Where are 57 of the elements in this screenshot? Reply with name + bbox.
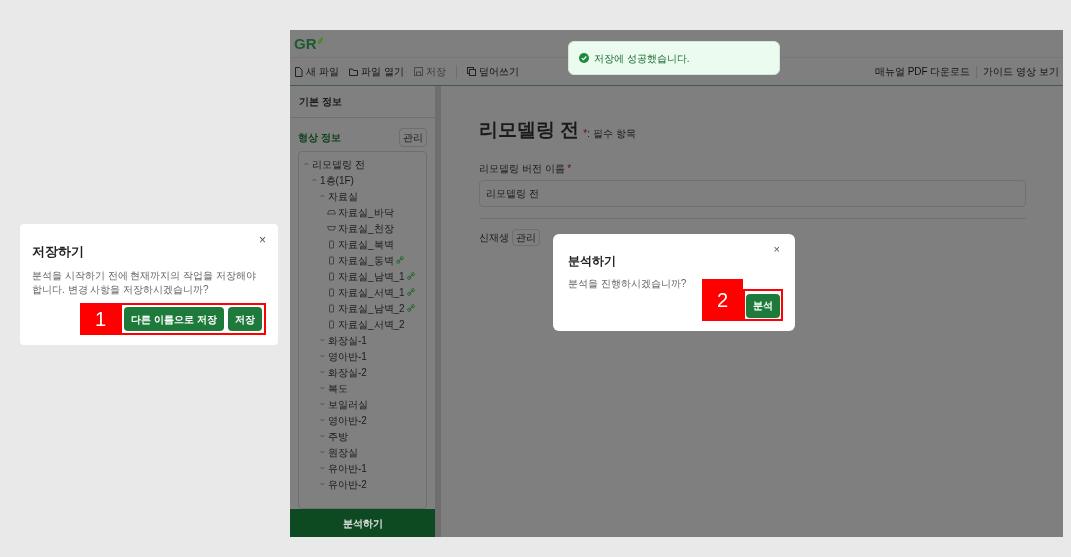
field-label: 리모델링 버전 이름 * bbox=[479, 162, 573, 176]
check-circle-icon bbox=[579, 53, 589, 63]
section-title: 형상 정보 bbox=[298, 131, 341, 145]
save-icon bbox=[413, 66, 423, 77]
tree-item[interactable]: 리모델링 전 bbox=[303, 156, 426, 172]
file-icon bbox=[294, 66, 303, 77]
tree-item[interactable]: 영아반-2 bbox=[303, 412, 426, 428]
tree-item[interactable]: 원장실 bbox=[303, 444, 426, 460]
manage-button[interactable]: 관리 bbox=[399, 128, 427, 147]
tree-item[interactable]: 유아반-1 bbox=[303, 460, 426, 476]
tree-item[interactable]: 자료실_동벽 bbox=[303, 252, 426, 268]
toolbar-button[interactable]: 새 파일 bbox=[294, 64, 339, 79]
version-name-field[interactable]: 리모델링 전 bbox=[479, 180, 1026, 207]
tree-item[interactable]: 영아반-1 bbox=[303, 348, 426, 364]
callout-number: 2 bbox=[702, 279, 743, 321]
tree-item[interactable]: 화장실-1 bbox=[303, 332, 426, 348]
copy-icon bbox=[466, 66, 476, 77]
dialog-message: 분석을 시작하기 전에 현재까지의 작업을 저장해야 합니다. 변경 사항을 저장하시겠습니까? bbox=[32, 269, 257, 298]
tree-item[interactable]: 자료실_북벽 bbox=[303, 236, 426, 252]
tree-item[interactable]: 자료실_남벽_2 bbox=[303, 300, 426, 316]
analyze-button[interactable]: 분석하기 bbox=[290, 509, 435, 537]
tree-item[interactable]: 자료실_서벽_1 bbox=[303, 284, 426, 300]
toolbar-button[interactable]: 덮어쓰기 bbox=[466, 64, 519, 79]
tree-item[interactable]: 자료실_천장 bbox=[303, 220, 426, 236]
required-note: *: 필수 항목 bbox=[583, 129, 636, 139]
tree-item[interactable]: 주방 bbox=[303, 428, 426, 444]
tree-item[interactable]: 복도 bbox=[303, 380, 426, 396]
save-button[interactable]: 저장 bbox=[228, 307, 262, 332]
floor-icon bbox=[327, 207, 336, 217]
save-as-button[interactable]: 다른 이름으로 저장 bbox=[124, 307, 224, 332]
tree-item[interactable]: 유아반-2 bbox=[303, 476, 426, 492]
dialog-title: 분석하기 bbox=[568, 253, 616, 270]
tree-item[interactable]: 보일러실 bbox=[303, 396, 426, 412]
tree-item[interactable]: 화장실-2 bbox=[303, 364, 426, 380]
tree-item[interactable]: 자료실 bbox=[303, 188, 426, 204]
close-button[interactable]: × bbox=[773, 244, 780, 255]
dialog-message: 분석을 진행하시겠습니까? bbox=[568, 277, 688, 291]
toast-message: 저장에 성공했습니다. bbox=[594, 51, 690, 66]
manage-button[interactable]: 관리 bbox=[512, 229, 540, 246]
analyze-confirm-button[interactable]: 분석 bbox=[746, 293, 780, 318]
toolbar-button[interactable]: 파일 열기 bbox=[348, 64, 404, 79]
folder-icon bbox=[348, 66, 358, 77]
header-link[interactable]: 가이드 영상 보기 bbox=[983, 64, 1059, 79]
dialog-title: 저장하기 bbox=[32, 242, 84, 261]
callout-number: 1 bbox=[80, 303, 121, 336]
ceiling-icon bbox=[327, 223, 336, 233]
tree-item[interactable]: 자료실_바닥 bbox=[303, 204, 426, 220]
leaf-icon bbox=[316, 37, 323, 45]
tree-item[interactable]: 1층(1F) bbox=[303, 172, 426, 188]
header-link[interactable]: 매뉴얼 PDF 다운로드 bbox=[874, 64, 971, 79]
section-label: 신재생 bbox=[479, 231, 509, 245]
page-title: 리모델링 전 bbox=[479, 120, 580, 139]
tree-item[interactable]: 자료실_남벽_1 bbox=[303, 268, 426, 284]
section-title: 기본 정보 bbox=[290, 86, 435, 118]
tree-item[interactable]: 자료실_서벽_2 bbox=[303, 316, 426, 332]
logo: GR bbox=[294, 36, 323, 51]
close-button[interactable]: × bbox=[259, 233, 266, 246]
